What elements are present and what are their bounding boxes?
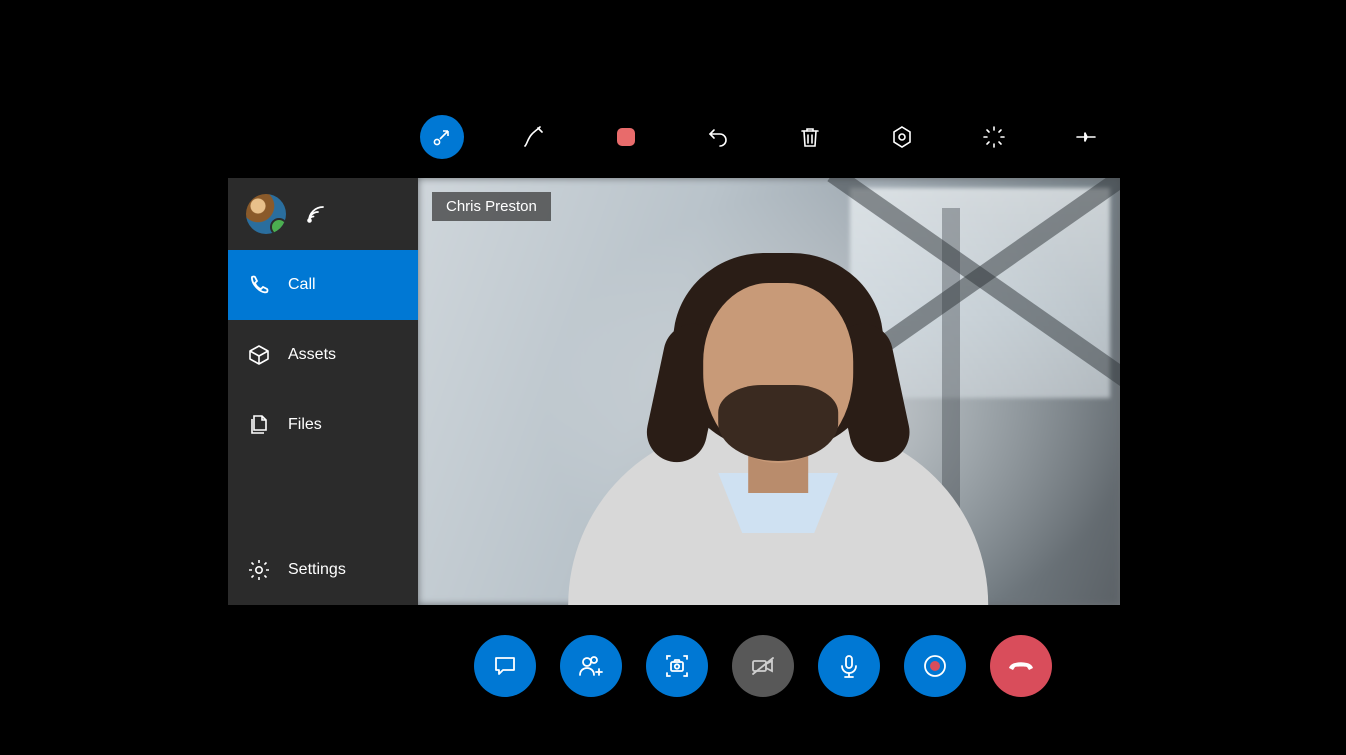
signal-icon bbox=[304, 202, 328, 226]
collapse-arrow-button[interactable] bbox=[420, 115, 464, 159]
pin-button[interactable] bbox=[1064, 115, 1108, 159]
microphone-button[interactable] bbox=[818, 635, 880, 697]
presence-online-icon bbox=[270, 218, 286, 234]
sidebar-item-label: Files bbox=[288, 416, 322, 434]
end-call-button[interactable] bbox=[990, 635, 1052, 697]
add-participant-button[interactable] bbox=[560, 635, 622, 697]
hololens-marker-button[interactable] bbox=[880, 115, 924, 159]
phone-icon bbox=[246, 273, 272, 297]
sidebar-item-label: Call bbox=[288, 276, 316, 294]
annotate-pen-button[interactable] bbox=[512, 115, 556, 159]
video-feed: Chris Preston bbox=[418, 178, 1120, 605]
expand-button[interactable] bbox=[972, 115, 1016, 159]
participant-name-tag: Chris Preston bbox=[432, 192, 551, 221]
sidebar: Call Assets bbox=[228, 178, 418, 605]
user-avatar[interactable] bbox=[246, 194, 286, 234]
participant-figure bbox=[548, 225, 1008, 605]
camera-off-button[interactable] bbox=[732, 635, 794, 697]
sidebar-item-settings[interactable]: Settings bbox=[228, 535, 418, 605]
sidebar-item-label: Assets bbox=[288, 346, 336, 364]
sidebar-header bbox=[228, 178, 418, 250]
top-toolbar bbox=[420, 115, 1120, 159]
gear-icon bbox=[246, 558, 272, 582]
sidebar-item-call[interactable]: Call bbox=[228, 250, 418, 320]
box-icon bbox=[246, 343, 272, 367]
undo-button[interactable] bbox=[696, 115, 740, 159]
chat-button[interactable] bbox=[474, 635, 536, 697]
screenshot-button[interactable] bbox=[646, 635, 708, 697]
files-icon bbox=[246, 413, 272, 437]
delete-button[interactable] bbox=[788, 115, 832, 159]
main-panel: Call Assets bbox=[228, 178, 1120, 605]
annotation-color-button[interactable] bbox=[604, 115, 648, 159]
call-controls bbox=[474, 635, 1052, 697]
sidebar-item-label: Settings bbox=[288, 561, 346, 579]
record-button[interactable] bbox=[904, 635, 966, 697]
sidebar-item-assets[interactable]: Assets bbox=[228, 320, 418, 390]
sidebar-item-files[interactable]: Files bbox=[228, 390, 418, 460]
